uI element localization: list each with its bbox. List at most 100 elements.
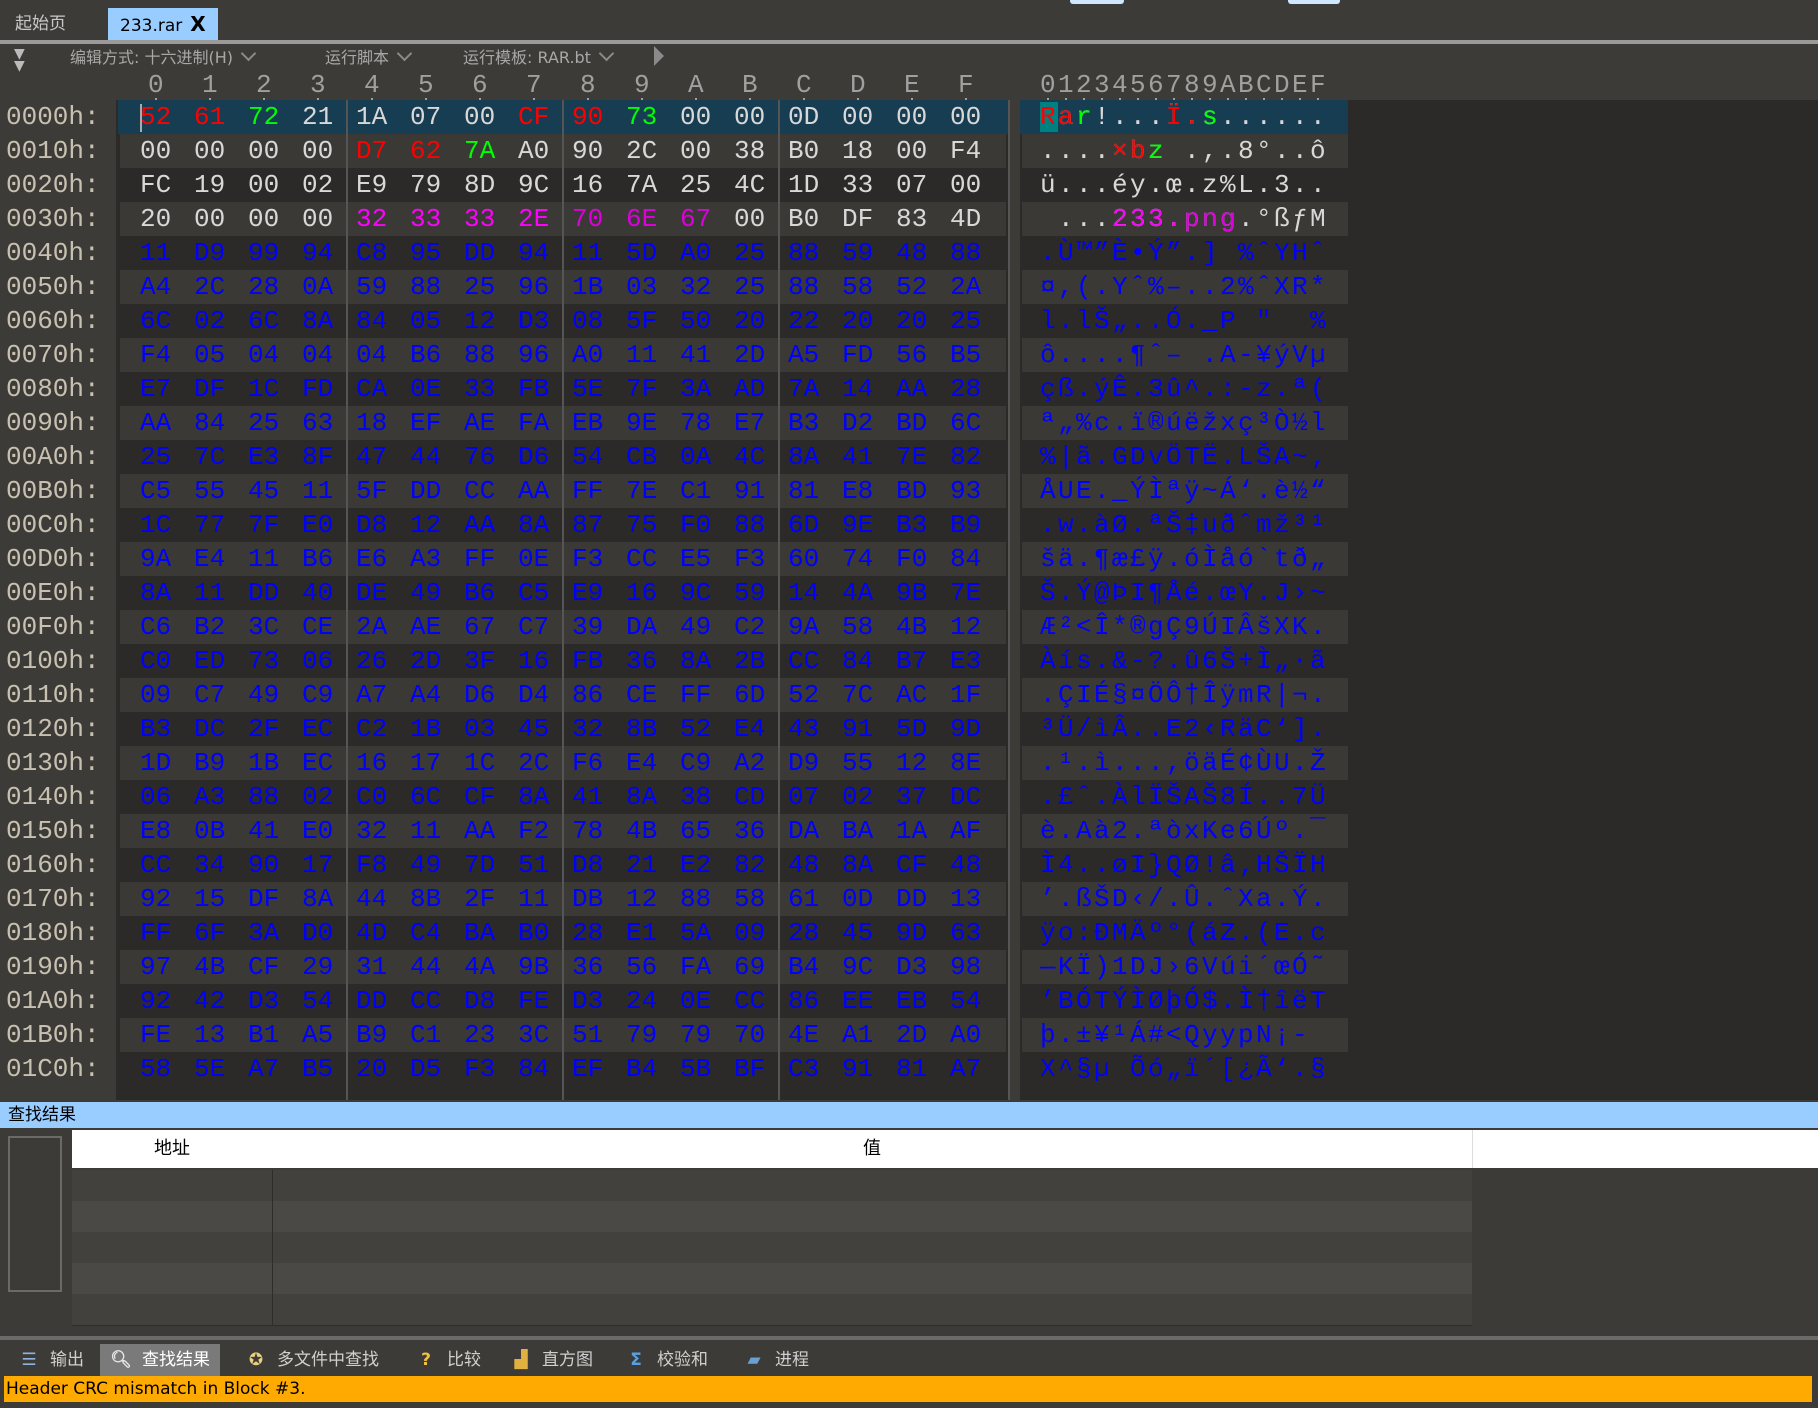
hex-byte[interactable]: 52	[140, 102, 171, 132]
hex-byte[interactable]: E3	[950, 646, 981, 676]
hex-byte[interactable]: 0E	[518, 544, 549, 574]
hex-byte[interactable]: 32	[356, 816, 387, 846]
hex-byte[interactable]: 44	[356, 884, 387, 914]
hex-byte[interactable]: CC	[464, 476, 495, 506]
run-script-dropdown[interactable]: 运行脚本	[325, 45, 413, 70]
hex-row[interactable]: 0190h: 97 4B CF 29 31 44 4A 9B 36 56 FA 69 B4 9C D3 98 —K…	[0, 950, 1818, 984]
hex-byte[interactable]: C9	[302, 680, 333, 710]
hex-byte[interactable]: 54	[950, 986, 981, 1016]
hex-byte[interactable]: 11	[302, 476, 333, 506]
hex-row[interactable]: 00A0h: 25 7C E3 8F 47 44 76 D6 54 CB 0A 4C 8A 41 7E 82 %|…	[0, 440, 1818, 474]
hex-byte[interactable]: 1D	[788, 170, 819, 200]
hex-byte[interactable]: 58	[842, 612, 873, 642]
hex-byte[interactable]: 90	[572, 102, 603, 132]
hex-byte[interactable]: 52	[788, 680, 819, 710]
hex-row[interactable]: 0180h: FF 6F 3A D0 4D C4 BA B0 28 E1 5A 09 28 45 9D 63 ÿo…	[0, 916, 1818, 950]
hex-byte[interactable]: 86	[572, 680, 603, 710]
hex-byte[interactable]: 16	[518, 646, 549, 676]
hex-byte[interactable]: 8A	[680, 646, 711, 676]
ascii-text[interactable]: šä.¶æ£ÿ.óÌåó`tð„	[1040, 544, 1328, 574]
hex-byte[interactable]: E8	[842, 476, 873, 506]
ascii-text[interactable]: ÿo:ÐMÄº°(áZ.(E.c	[1040, 918, 1328, 948]
hex-byte[interactable]: 8B	[626, 714, 657, 744]
hex-byte[interactable]: 49	[410, 850, 441, 880]
hex-byte[interactable]: 22	[788, 306, 819, 336]
hex-byte[interactable]: 9C	[842, 952, 873, 982]
hex-byte[interactable]: 33	[464, 204, 495, 234]
ascii-text[interactable]: X^§µ Õó„ï´[¿Ã‘.§	[1040, 1054, 1328, 1084]
close-icon[interactable]: X	[190, 12, 205, 36]
hex-byte[interactable]: 4E	[788, 1020, 819, 1050]
hex-byte[interactable]: 79	[680, 1020, 711, 1050]
hex-byte[interactable]: B6	[410, 340, 441, 370]
hex-byte[interactable]: D3	[518, 306, 549, 336]
hex-byte[interactable]: 2C	[626, 136, 657, 166]
hex-byte[interactable]: 88	[248, 782, 279, 812]
hex-byte[interactable]: C7	[194, 680, 225, 710]
hex-byte[interactable]: 13	[194, 1020, 225, 1050]
hex-byte[interactable]: B6	[302, 544, 333, 574]
hex-byte[interactable]: EE	[842, 986, 873, 1016]
hex-byte[interactable]: AA	[518, 476, 549, 506]
hex-row[interactable]: 0150h: E8 0B 41 E0 32 11 AA F2 78 4B 65 36 DA BA 1A AF è.…	[0, 814, 1818, 848]
hex-byte[interactable]: C2	[356, 714, 387, 744]
hex-byte[interactable]: 41	[572, 782, 603, 812]
hex-byte[interactable]: 56	[626, 952, 657, 982]
hex-byte[interactable]: 81	[896, 1054, 927, 1084]
hex-byte[interactable]: A4	[410, 680, 441, 710]
hex-byte[interactable]: 28	[572, 918, 603, 948]
hex-byte[interactable]: 70	[734, 1020, 765, 1050]
hex-byte[interactable]: F4	[140, 340, 171, 370]
hex-byte[interactable]: 34	[194, 850, 225, 880]
hex-byte[interactable]: FE	[518, 986, 549, 1016]
hex-byte[interactable]: 4A	[842, 578, 873, 608]
hex-byte[interactable]: 42	[194, 986, 225, 1016]
hex-byte[interactable]: 78	[680, 408, 711, 438]
hex-byte[interactable]: 8F	[302, 442, 333, 472]
hex-byte[interactable]: 90	[248, 850, 279, 880]
hex-byte[interactable]: 36	[626, 646, 657, 676]
hex-byte[interactable]: 16	[572, 170, 603, 200]
hex-byte[interactable]: 7F	[248, 510, 279, 540]
hex-row[interactable]: 0040h: 11 D9 99 94 C8 95 DD 94 11 5D A0 25 88 59 48 88 .Ù…	[0, 236, 1818, 270]
hex-byte[interactable]: 6C	[140, 306, 171, 336]
hex-byte[interactable]: C2	[734, 612, 765, 642]
hex-byte[interactable]: D3	[248, 986, 279, 1016]
hex-byte[interactable]: 8A	[140, 578, 171, 608]
hex-byte[interactable]: 07	[896, 170, 927, 200]
hex-byte[interactable]: 98	[950, 952, 981, 982]
hex-byte[interactable]: 00	[680, 102, 711, 132]
hex-byte[interactable]: 58	[734, 884, 765, 914]
hex-byte[interactable]: 00	[950, 170, 981, 200]
hex-byte[interactable]: A7	[248, 1054, 279, 1084]
hex-byte[interactable]: 6C	[950, 408, 981, 438]
hex-byte[interactable]: 65	[680, 816, 711, 846]
hex-row[interactable]: 0020h: FC 19 00 02 E9 79 8D 9C 16 7A 25 4C 1D 33 07 00 ü.…	[0, 168, 1818, 202]
hex-byte[interactable]: 36	[734, 816, 765, 846]
hex-byte[interactable]: F8	[356, 850, 387, 880]
hex-byte[interactable]: EF	[572, 1054, 603, 1084]
hex-byte[interactable]: D0	[302, 918, 333, 948]
hex-byte[interactable]: 0B	[194, 816, 225, 846]
hex-byte[interactable]: 91	[842, 1054, 873, 1084]
hex-row[interactable]: 0130h: 1D B9 1B EC 16 17 1C 2C F6 E4 C9 A2 D9 55 12 8E .¹…	[0, 746, 1818, 780]
hex-byte[interactable]: 3A	[248, 918, 279, 948]
hex-byte[interactable]: 0E	[680, 986, 711, 1016]
hex-row[interactable]: 00E0h: 8A 11 DD 40 DE 49 B6 C5 E9 16 9C 59 14 4A 9B 7E Š.…	[0, 576, 1818, 610]
hex-byte[interactable]: D3	[572, 986, 603, 1016]
hex-byte[interactable]: 88	[464, 340, 495, 370]
hex-byte[interactable]: 8E	[950, 748, 981, 778]
hex-byte[interactable]: FD	[302, 374, 333, 404]
hex-byte[interactable]: 81	[788, 476, 819, 506]
tab-233-rar[interactable]: 233.rar X	[108, 8, 218, 40]
hex-byte[interactable]: B5	[302, 1054, 333, 1084]
hex-byte[interactable]: D6	[518, 442, 549, 472]
hex-byte[interactable]: A0	[950, 1020, 981, 1050]
hex-byte[interactable]: 00	[734, 204, 765, 234]
hex-byte[interactable]: FE	[140, 1020, 171, 1050]
hex-byte[interactable]: 04	[248, 340, 279, 370]
bottom-tab-6[interactable]: Σ 校验和	[615, 1344, 718, 1376]
hex-byte[interactable]: 21	[626, 850, 657, 880]
hex-byte[interactable]: AF	[950, 816, 981, 846]
hex-byte[interactable]: 45	[842, 918, 873, 948]
